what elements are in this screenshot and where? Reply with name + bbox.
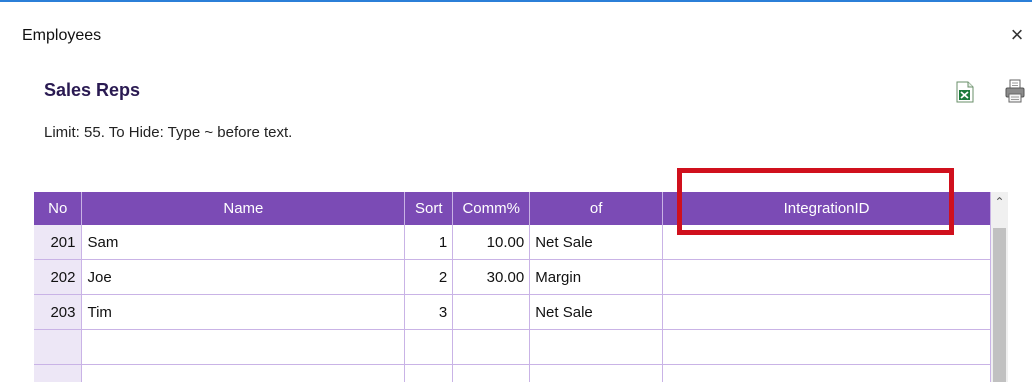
cell-sort[interactable]: 1 [404,225,454,260]
limit-hint: Limit: 55. To Hide: Type ~ before text. [44,124,293,141]
employees-window: Employees × Sales Reps Limit: 55. To Hid… [0,0,1032,382]
table-row[interactable]: 201 Sam 1 10.00 Net Sale [34,225,991,260]
table-row[interactable]: 202 Joe 2 30.00 Margin [34,259,991,295]
col-header-comm[interactable]: Comm% [452,192,531,225]
cell-comm[interactable] [452,329,531,365]
cell-name[interactable]: Joe [81,259,406,295]
table-row[interactable] [34,364,991,382]
window-top-border [0,0,1032,2]
print-icon[interactable] [1003,79,1025,103]
cell-no[interactable] [34,329,83,365]
cell-of[interactable] [529,329,664,365]
col-header-no[interactable]: No [34,192,83,225]
cell-integration-id[interactable] [662,259,991,295]
cell-of[interactable] [529,364,664,382]
cell-no[interactable]: 202 [34,259,83,295]
scroll-up-arrow-icon[interactable]: ⌃ [991,192,1008,212]
cell-sort[interactable]: 3 [404,294,454,330]
cell-integration-id[interactable] [662,294,991,330]
section-title: Sales Reps [44,80,141,100]
cell-integration-id[interactable] [662,364,991,382]
cell-comm[interactable]: 30.00 [452,259,531,295]
cell-sort[interactable] [404,364,454,382]
cell-no[interactable]: 201 [34,225,83,260]
window-title: Employees [22,27,102,44]
col-header-sort[interactable]: Sort [404,192,454,225]
cell-of[interactable]: Net Sale [529,225,664,260]
table-header-row: No Name Sort Comm% of IntegrationID [34,192,991,225]
cell-name[interactable]: Tim [81,294,406,330]
cell-no[interactable]: 203 [34,294,83,330]
excel-export-icon[interactable] [955,81,977,103]
cell-comm[interactable] [452,364,531,382]
col-header-integration-id[interactable]: IntegrationID [662,192,991,225]
cell-integration-id[interactable] [662,225,991,260]
table-row[interactable] [34,329,991,365]
cell-of[interactable]: Net Sale [529,294,664,330]
cell-name[interactable]: Sam [81,225,406,260]
vertical-scrollbar[interactable]: ⌃ [991,192,1008,382]
cell-comm[interactable] [452,294,531,330]
scroll-thumb[interactable] [993,228,1006,382]
col-header-name[interactable]: Name [81,192,406,225]
cell-no[interactable] [34,364,83,382]
sales-reps-table: No Name Sort Comm% of IntegrationID 201 … [34,192,991,382]
cell-comm[interactable]: 10.00 [452,225,531,260]
cell-sort[interactable]: 2 [404,259,454,295]
cell-of[interactable]: Margin [529,259,664,295]
cell-integration-id[interactable] [662,329,991,365]
col-header-of[interactable]: of [529,192,664,225]
cell-name[interactable] [81,364,406,382]
cell-name[interactable] [81,329,406,365]
cell-sort[interactable] [404,329,454,365]
close-button[interactable]: × [1004,22,1030,48]
sales-reps-grid: No Name Sort Comm% of IntegrationID 201 … [34,192,991,382]
table-row[interactable]: 203 Tim 3 Net Sale [34,294,991,330]
